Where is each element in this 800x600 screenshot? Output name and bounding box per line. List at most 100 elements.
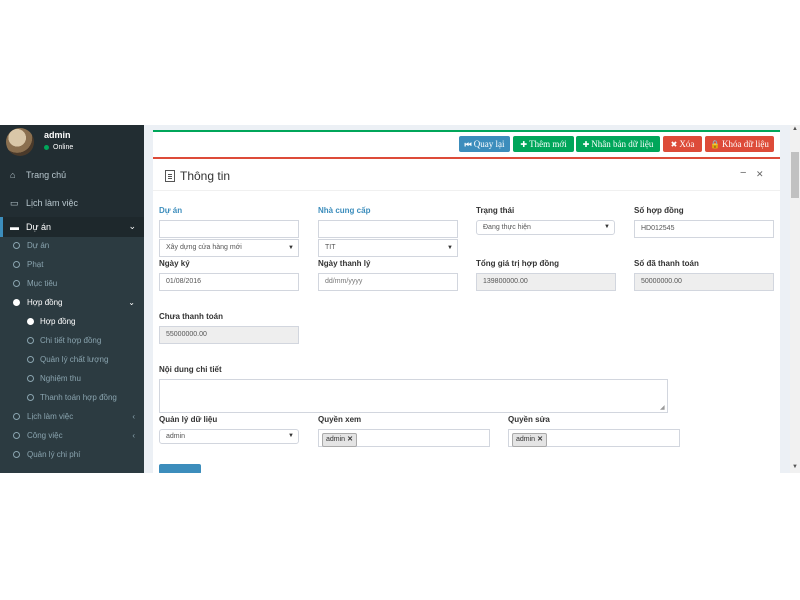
sidebar-submenu: Dự án Phạt Mục tiêu Hợp đồng ⌄ Hợp đồng bbox=[0, 237, 144, 473]
save-button[interactable] bbox=[159, 464, 201, 473]
scroll-down-icon[interactable]: ▼ bbox=[792, 464, 798, 470]
scroll-up-icon[interactable]: ▲ bbox=[792, 126, 798, 132]
scroll-thumb[interactable] bbox=[791, 152, 799, 198]
info-box: Thông tin − ✕ Dự án Xây dựng cửa hàng mớ… bbox=[153, 157, 780, 473]
user-name: admin bbox=[44, 130, 71, 140]
du-an-search-input[interactable] bbox=[159, 220, 299, 238]
resize-handle-icon[interactable]: ◢ bbox=[660, 404, 665, 411]
sidebar-subitem-lich-lam-viec[interactable]: Lịch làm việc ‹ bbox=[0, 408, 144, 427]
remove-tag-icon[interactable]: ✕ bbox=[537, 436, 543, 443]
add-new-button[interactable]: ✚ Thêm mới bbox=[513, 136, 574, 152]
sidebar-subitem-label: Chi tiết hợp đồng bbox=[40, 336, 102, 345]
sidebar-subitem-cong-viec[interactable]: Công việc ‹ bbox=[0, 427, 144, 446]
close-icon[interactable]: ✕ bbox=[756, 169, 764, 180]
minimize-button[interactable]: − bbox=[740, 167, 746, 179]
lock-button[interactable]: 🔒 Khóa dữ liệu bbox=[705, 136, 774, 152]
sidebar-subitem-muc-tieu[interactable]: Mục tiêu bbox=[0, 275, 144, 294]
times-icon: ✖ bbox=[670, 140, 678, 149]
remove-tag-icon[interactable]: ✕ bbox=[347, 436, 353, 443]
tong-gia-tri-label: Tổng giá trị hợp đồng bbox=[476, 259, 560, 268]
quyen-xem-tag: admin ✕ bbox=[322, 433, 357, 447]
sidebar-item-trang-chu[interactable]: ⌂ Trang chủ bbox=[0, 162, 144, 189]
app-viewport: admin Online ⌂ Trang chủ ▭ Lịch làm việc… bbox=[0, 125, 800, 473]
quyen-xem-multiselect[interactable]: admin ✕ bbox=[318, 429, 490, 447]
sidebar-subitem-quan-ly-chat-luong[interactable]: Quản lý chất lượng bbox=[0, 351, 144, 370]
delete-button[interactable]: ✖ Xóa bbox=[663, 136, 702, 152]
circle-icon bbox=[13, 451, 20, 458]
briefcase-icon: ▬ bbox=[10, 222, 19, 232]
sidebar-subitem-nghiem-thu[interactable]: Nghiệm thu bbox=[0, 370, 144, 389]
caret-down-icon: ▼ bbox=[447, 245, 453, 251]
tong-gia-tri-input: 139800000.00 bbox=[476, 273, 616, 291]
circle-icon bbox=[13, 242, 20, 249]
back-button-label: Quay lại bbox=[473, 139, 505, 149]
ngay-thanh-ly-label: Ngày thanh lý bbox=[318, 259, 371, 268]
nha-cung-cap-select[interactable]: TIT ▼ bbox=[318, 239, 458, 257]
sidebar-subitem-label: Hợp đồng bbox=[40, 317, 76, 326]
ngay-ky-input[interactable]: 01/08/2016 bbox=[159, 273, 299, 291]
avatar bbox=[6, 128, 34, 156]
quan-ly-du-lieu-select[interactable]: admin ▼ bbox=[159, 429, 299, 444]
ngay-thanh-ly-input[interactable]: dd/mm/yyyy bbox=[318, 273, 458, 291]
nha-cung-cap-search-input[interactable] bbox=[318, 220, 458, 238]
quyen-sua-tag: admin ✕ bbox=[512, 433, 547, 447]
trang-thai-select[interactable]: Đang thực hiện ▼ bbox=[476, 220, 615, 235]
circle-icon bbox=[13, 261, 20, 268]
chevron-left-icon: ‹ bbox=[132, 412, 135, 421]
circle-icon bbox=[13, 299, 20, 306]
sidebar-subitem-label: Lịch làm việc bbox=[27, 412, 74, 421]
sidebar-subitem-quan-ly-chi-phi[interactable]: Quản lý chi phí bbox=[0, 446, 144, 465]
lock-button-label: Khóa dữ liệu bbox=[722, 139, 769, 149]
box-header: Thông tin − ✕ bbox=[153, 159, 780, 191]
sidebar-item-du-an[interactable]: ▬ Dự án ⌄ bbox=[0, 217, 144, 237]
quyen-xem-tag-label: admin bbox=[326, 436, 346, 443]
so-hop-dong-input[interactable]: HD012545 bbox=[634, 220, 774, 238]
sidebar-subitem-label: Quản lý chi phí bbox=[27, 450, 81, 459]
du-an-select[interactable]: Xây dựng cửa hàng mới ▼ bbox=[159, 239, 299, 257]
circle-icon bbox=[27, 337, 34, 344]
so-da-thanh-toan-label: Số đã thanh toán bbox=[634, 259, 699, 268]
sidebar-subitem-label: Thanh toán hợp đồng bbox=[40, 393, 117, 402]
box-title: Thông tin bbox=[180, 169, 231, 183]
caret-down-icon: ▼ bbox=[604, 224, 610, 230]
trang-thai-label: Trạng thái bbox=[476, 206, 515, 215]
sidebar-subitem-du-an[interactable]: Dự án bbox=[0, 237, 144, 256]
so-hop-dong-label: Số hợp đồng bbox=[634, 206, 684, 215]
sidebar-subitem-hop-dong-group[interactable]: Hợp đồng ⌄ bbox=[0, 294, 144, 313]
step-backward-icon: ⏮ bbox=[464, 140, 472, 149]
sidebar-subitem-label: Công việc bbox=[27, 431, 63, 440]
sidebar-subitem-chi-tiet-hop-dong[interactable]: Chi tiết hợp đồng bbox=[0, 332, 144, 351]
quyen-sua-multiselect[interactable]: admin ✕ bbox=[508, 429, 680, 447]
sidebar-subitem-label: Phạt bbox=[27, 260, 44, 269]
page-scrollbar[interactable]: ▲ ▼ bbox=[790, 125, 800, 473]
noi-dung-label: Nội dung chi tiết bbox=[159, 365, 222, 374]
circle-icon bbox=[27, 318, 34, 325]
du-an-selected-value: Xây dựng cửa hàng mới bbox=[166, 244, 242, 251]
sidebar-item-lich-lam-viec[interactable]: ▭ Lịch làm việc bbox=[0, 190, 144, 217]
sidebar-subitem-label: Nghiệm thu bbox=[40, 374, 81, 383]
nha-cung-cap-selected-value: TIT bbox=[325, 244, 336, 251]
quan-ly-du-lieu-label: Quản lý dữ liệu bbox=[159, 415, 218, 424]
quan-ly-du-lieu-selected-value: admin bbox=[166, 433, 186, 440]
user-panel: admin Online bbox=[0, 125, 144, 161]
duplicate-button-label: Nhân bản dữ liệu bbox=[591, 139, 654, 149]
chua-thanh-toan-input: 55000000.00 bbox=[159, 326, 299, 344]
sidebar-subitem-phat[interactable]: Phạt bbox=[0, 256, 144, 275]
sidebar-item-label: Dự án bbox=[26, 222, 52, 232]
calendar-icon: ▭ bbox=[10, 198, 19, 208]
circle-icon bbox=[13, 413, 20, 420]
noi-dung-textarea[interactable] bbox=[159, 379, 668, 413]
back-button[interactable]: ⏮ Quay lại bbox=[459, 136, 510, 152]
sidebar-subitem-thanh-toan-hop-dong[interactable]: Thanh toán hợp đồng bbox=[0, 389, 144, 408]
quyen-sua-tag-label: admin bbox=[516, 436, 536, 443]
action-toolbar: ⏮ Quay lại ✚ Thêm mới ✚ Nhân bản dữ liệu ✖ X… bbox=[153, 130, 780, 157]
user-status: Online bbox=[44, 144, 73, 151]
trang-thai-selected-value: Đang thực hiện bbox=[483, 224, 531, 231]
quyen-xem-label: Quyền xem bbox=[318, 415, 362, 424]
sidebar-subitem-label: Quản lý chất lượng bbox=[40, 355, 109, 364]
duplicate-button[interactable]: ✚ Nhân bản dữ liệu bbox=[576, 136, 660, 152]
circle-icon bbox=[13, 432, 20, 439]
sidebar-subitem-hop-dong[interactable]: Hợp đồng bbox=[0, 313, 144, 332]
so-da-thanh-toan-input: 50000000.00 bbox=[634, 273, 774, 291]
circle-icon bbox=[27, 375, 34, 382]
